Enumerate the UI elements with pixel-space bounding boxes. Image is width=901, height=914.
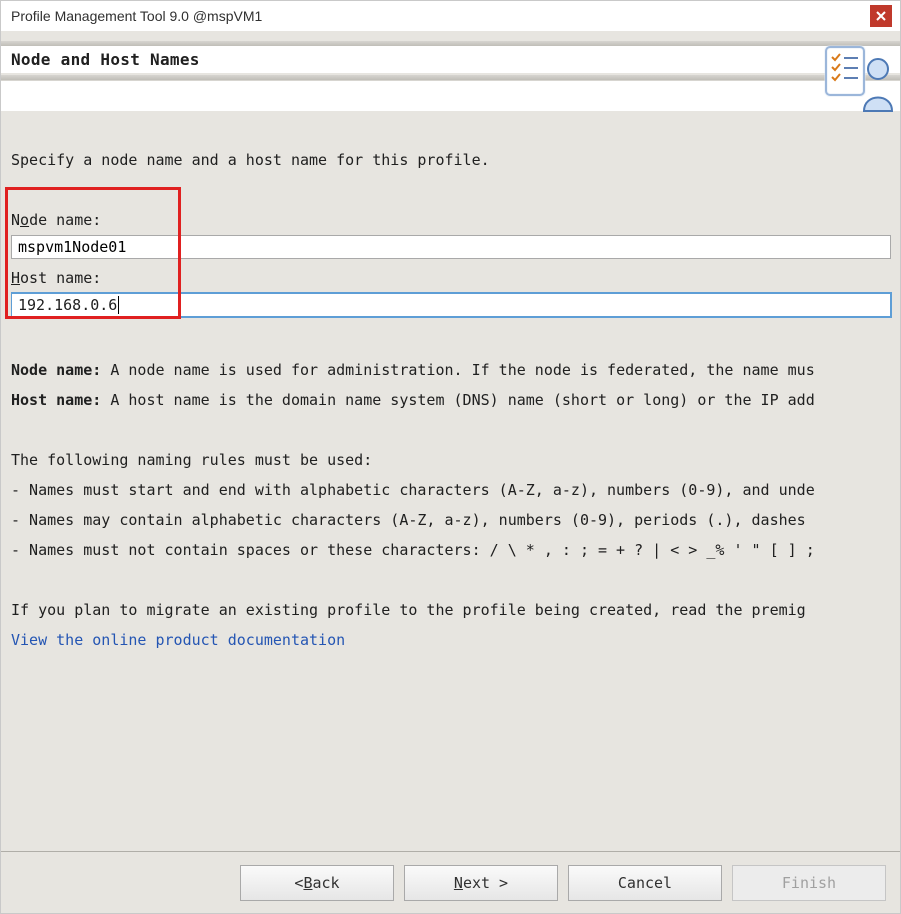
wizard-window: Profile Management Tool 9.0 @mspVM1 Node…: [0, 0, 901, 914]
node-name-input[interactable]: [11, 235, 891, 259]
rule-2: - Names may contain alphabetic character…: [11, 505, 900, 535]
next-button[interactable]: Next >: [404, 865, 558, 901]
cancel-button[interactable]: Cancel: [568, 865, 722, 901]
node-name-desc: Node name: A node name is used for admin…: [11, 355, 900, 385]
rule-3: - Names must not contain spaces or these…: [11, 535, 900, 565]
documentation-link[interactable]: View the online product documentation: [11, 631, 345, 649]
banner: Node and Host Names: [1, 31, 900, 117]
rule-1: - Names must start and end with alphabet…: [11, 475, 900, 505]
window-title: Profile Management Tool 9.0 @mspVM1: [11, 8, 870, 24]
rules-intro: The following naming rules must be used:: [11, 445, 900, 475]
host-name-desc: Host name: A host name is the domain nam…: [11, 385, 900, 415]
finish-button: Finish: [732, 865, 886, 901]
titlebar: Profile Management Tool 9.0 @mspVM1: [1, 1, 900, 31]
wizard-icon: [822, 41, 894, 113]
node-name-label: Node name:: [11, 205, 900, 235]
host-name-label: Host name:: [11, 263, 900, 293]
host-name-input[interactable]: 192.168.0.6: [11, 293, 891, 317]
page-title: Node and Host Names: [11, 50, 200, 69]
content-area: Specify a node name and a host name for …: [11, 131, 900, 843]
close-icon: [875, 10, 887, 22]
button-bar: < Back Next > Cancel Finish: [1, 851, 900, 913]
text-caret: [118, 296, 119, 314]
migrate-text: If you plan to migrate an existing profi…: [11, 595, 900, 625]
close-button[interactable]: [870, 5, 892, 27]
intro-text: Specify a node name and a host name for …: [11, 145, 900, 175]
back-button[interactable]: < Back: [240, 865, 394, 901]
